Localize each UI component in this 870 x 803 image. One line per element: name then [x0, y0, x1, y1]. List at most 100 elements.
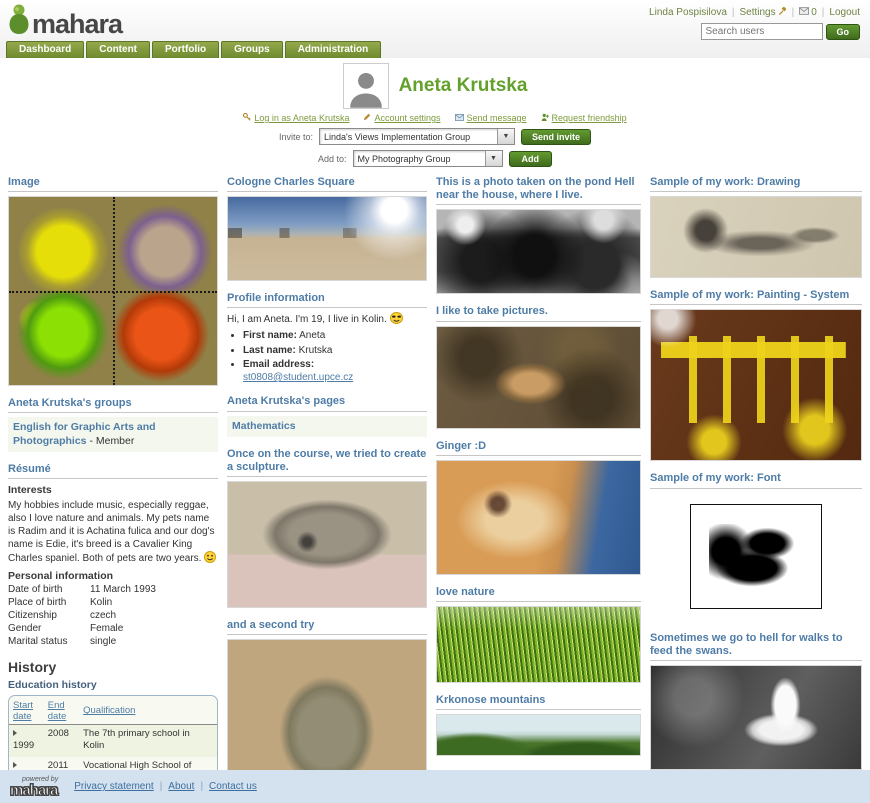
tab-groups[interactable]: Groups [221, 41, 283, 58]
drawing-block: Sample of my work: Drawing [650, 176, 862, 278]
block-title: love nature [436, 586, 641, 602]
envelope-icon [799, 7, 809, 18]
pond-photo [436, 209, 641, 294]
personal-row: Marital statussingle [8, 636, 218, 647]
personal-row: GenderFemale [8, 623, 218, 634]
sculpture-block: Once on the course, we tried to create a… [227, 448, 427, 608]
block-title: Ginger :D [436, 440, 641, 456]
key-icon [243, 113, 251, 123]
group-role: - Member [89, 435, 134, 447]
pop-art-portrait-image [8, 196, 218, 386]
grass-photo [436, 606, 641, 683]
pages-block: Aneta Krutska's pages Mathematics [227, 395, 427, 436]
painting-image [650, 309, 862, 461]
invite-group-select[interactable]: Linda's Views Implementation Group ▼ [319, 128, 515, 145]
expand-arrow-icon[interactable] [13, 730, 17, 736]
font-sample-image [650, 493, 862, 621]
mountains-photo [436, 714, 641, 756]
block-title: and a second try [227, 619, 427, 635]
page-list-item: Mathematics [227, 416, 427, 437]
personal-row: Place of birthKolin [8, 597, 218, 608]
block-title: Image [8, 176, 218, 192]
tab-portfolio[interactable]: Portfolio [152, 41, 219, 58]
account-settings-link[interactable]: Account settings [363, 113, 440, 123]
mahara-logo[interactable]: mahara [8, 3, 122, 38]
add-to-label: Add to: [318, 154, 347, 164]
invite-row: Invite to: Linda's Views Implementation … [0, 128, 870, 145]
send-message-link[interactable]: Send message [455, 113, 527, 123]
login-as-link[interactable]: Log in as Aneta Krutska [243, 113, 349, 123]
divider: | [792, 7, 795, 18]
ginger-cat-photo [436, 460, 641, 575]
page-link[interactable]: Mathematics [232, 420, 296, 432]
footer-mahara-logo[interactable]: powered by mahara [10, 776, 58, 798]
swans-block: Sometimes we go to hell for walks to fee… [650, 632, 862, 770]
page-title: Aneta Krutska [399, 75, 528, 97]
font-block: Sample of my work: Font [650, 472, 862, 620]
inbox-link[interactable]: 0 [799, 7, 817, 18]
block-title: Aneta Krutska's pages [227, 395, 427, 411]
inbox-count: 0 [811, 7, 817, 18]
tab-content[interactable]: Content [86, 41, 150, 58]
clay-skull-photo [227, 481, 427, 608]
personal-row: Date of birth11 March 1993 [8, 584, 218, 595]
profile-actions: Log in as Aneta Krutska Account settings… [0, 113, 870, 123]
message-envelope-icon [455, 113, 464, 123]
request-friendship-link[interactable]: Request friendship [541, 113, 627, 123]
profile-content: Image Aneta Krutska's groups English for… [0, 167, 870, 803]
greeting-text: Hi, I am Aneta. I'm 19, I live in Kolin. [227, 312, 427, 326]
settings-link[interactable]: Settings [739, 6, 786, 18]
column-header: Qualification [79, 696, 217, 725]
divider: | [160, 781, 163, 792]
tab-dashboard[interactable]: Dashboard [6, 41, 84, 58]
about-link[interactable]: About [168, 781, 194, 792]
group-list-item: English for Graphic Arts and Photographi… [8, 417, 218, 451]
list-item: Last name: Krutska [243, 345, 427, 358]
profile-fields-list: First name: Aneta Last name: Krutska Ema… [243, 330, 427, 384]
smiley-icon [204, 551, 216, 563]
block-title: Sample of my work: Font [650, 472, 862, 488]
table-row: 1999 2008 The 7th primary school in Koli… [9, 725, 217, 757]
expand-arrow-icon[interactable] [13, 762, 17, 768]
add-group-select[interactable]: My Photography Group ▼ [353, 150, 503, 167]
add-row: Add to: My Photography Group ▼ Add [0, 150, 870, 167]
block-title: Profile information [227, 292, 427, 308]
block-title: Sample of my work: Drawing [650, 176, 862, 192]
invite-to-label: Invite to: [279, 132, 313, 142]
privacy-statement-link[interactable]: Privacy statement [74, 781, 153, 792]
column-header: End date [44, 696, 79, 725]
ginger-block: Ginger :D [436, 440, 641, 575]
chevron-down-icon: ▼ [497, 129, 514, 144]
wrench-icon [778, 6, 787, 18]
resume-block: Résumé Interests My hobbies include musi… [8, 463, 218, 803]
main-navigation: Dashboard Content Portfolio Groups Admin… [6, 41, 381, 58]
column-header: Start date [9, 696, 44, 725]
logout-link[interactable]: Logout [829, 7, 860, 18]
list-item: First name: Aneta [243, 330, 427, 343]
block-title: This is a photo taken on the pond Hell n… [436, 176, 641, 205]
contact-us-link[interactable]: Contact us [209, 781, 257, 792]
divider: | [732, 7, 735, 18]
pond-block: This is a photo taken on the pond Hell n… [436, 176, 641, 294]
block-title: I like to take pictures. [436, 305, 641, 321]
person-plus-icon [541, 113, 549, 123]
block-title: Sometimes we go to hell for walks to fee… [650, 632, 862, 661]
block-title: Once on the course, we tried to create a… [227, 448, 427, 477]
email-link[interactable]: st0808@student.upce.cz [243, 372, 353, 383]
footer-logo-text: mahara [10, 783, 58, 798]
history-heading: History [8, 659, 218, 675]
search-go-button[interactable]: Go [826, 24, 861, 40]
nature-block: love nature [436, 586, 641, 683]
user-name-link[interactable]: Linda Pospisilova [649, 7, 727, 18]
block-title: Aneta Krutska's groups [8, 397, 218, 413]
personal-info-label: Personal information [8, 570, 218, 582]
search-input[interactable] [701, 23, 823, 40]
send-invite-button[interactable]: Send invite [521, 129, 591, 145]
logo-text: mahara [32, 11, 122, 38]
tab-administration[interactable]: Administration [285, 41, 382, 58]
chevron-down-icon: ▼ [485, 151, 502, 166]
add-button[interactable]: Add [509, 151, 553, 167]
pictures-block: I like to take pictures. [436, 305, 641, 428]
avatar [343, 63, 389, 109]
interests-label: Interests [8, 484, 218, 496]
